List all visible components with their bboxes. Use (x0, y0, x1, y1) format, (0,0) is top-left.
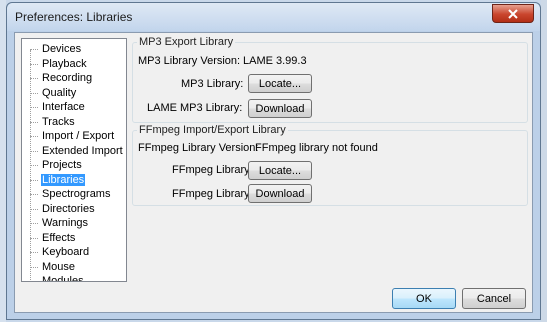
lame-library-label: LAME MP3 Library: (147, 102, 243, 114)
sidebar-item-label: Effects (42, 231, 76, 244)
sidebar-item-quality[interactable]: Quality (30, 87, 77, 100)
sidebar-item-keyboard[interactable]: Keyboard (30, 246, 90, 259)
sidebar-item-label: Directories (42, 202, 95, 215)
sidebar-item-label: Import / Export (42, 130, 115, 142)
sidebar-item-modules[interactable]: Modules (30, 275, 85, 282)
mp3-version-label: MP3 Library Version: (138, 55, 241, 67)
category-tree[interactable]: Devices Playback Recording Quality Interface… (21, 38, 127, 282)
close-icon (508, 8, 518, 19)
sidebar-item-label: Interface (42, 101, 85, 113)
background-right (541, 0, 547, 322)
ffmpeg-version-label: FFmpeg Library Version: (138, 142, 259, 154)
sidebar-item-tracks[interactable]: Tracks (30, 116, 76, 129)
sidebar-item-effects[interactable]: Effects (30, 232, 76, 245)
mp3-library-label: MP3 Library: (181, 78, 244, 90)
close-button[interactable] (492, 4, 534, 23)
sidebar-item-label: Quality (42, 86, 77, 99)
mp3-locate-button[interactable]: Locate... (248, 74, 312, 93)
sidebar-item-label: Devices (42, 43, 82, 55)
sidebar-item-label: Projects (42, 159, 82, 171)
sidebar-item-interface[interactable]: Interface (30, 101, 86, 114)
ok-button[interactable]: OK (392, 288, 456, 309)
window-title: Preferences: Libraries (15, 10, 133, 24)
preferences-window: Preferences: Libraries Devices Playback Re… (6, 2, 541, 320)
dialog-body: Devices Playback Recording Quality Interface… (14, 32, 533, 313)
ffmpeg-library-label: FFmpeg Library: (172, 164, 253, 176)
ffmpeg-download-label: FFmpeg Library: (172, 188, 253, 200)
sidebar-item-label: Keyboard (42, 246, 90, 258)
sidebar-item-label: Warnings (42, 217, 89, 229)
ffmpeg-group-title: FFmpeg Import/Export Library (137, 124, 288, 137)
ffmpeg-locate-button[interactable]: Locate... (248, 161, 312, 180)
ffmpeg-version-value: FFmpeg library not found (255, 142, 378, 154)
mp3-group: MP3 Export Library MP3 Library Version: … (132, 36, 528, 123)
sidebar-item-label: Extended Import (42, 144, 123, 157)
sidebar-item-label: Tracks (42, 115, 75, 128)
sidebar-item-devices[interactable]: Devices (30, 43, 82, 56)
mp3-version-value: LAME 3.99.3 (243, 55, 307, 67)
sidebar-item-import-export[interactable]: Import / Export (30, 130, 115, 143)
sidebar-item-label: Modules (42, 275, 84, 282)
sidebar-item-playback[interactable]: Playback (30, 58, 88, 71)
sidebar-item-warnings[interactable]: Warnings (30, 217, 89, 230)
sidebar-item-spectrograms[interactable]: Spectrograms (30, 188, 111, 201)
sidebar-item-label: Playback (42, 57, 87, 70)
sidebar-item-libraries[interactable]: Libraries (30, 173, 86, 187)
ffmpeg-download-button[interactable]: Download (248, 184, 312, 203)
sidebar-item-projects[interactable]: Projects (30, 159, 83, 172)
sidebar-item-label: Recording (42, 72, 93, 84)
title-bar[interactable]: Preferences: Libraries (7, 3, 540, 31)
sidebar-item-label: Libraries (41, 173, 86, 186)
sidebar-item-recording[interactable]: Recording (30, 72, 93, 85)
cancel-button[interactable]: Cancel (462, 288, 526, 309)
sidebar-item-directories[interactable]: Directories (30, 203, 96, 216)
mp3-download-button[interactable]: Download (248, 99, 312, 118)
sidebar-item-mouse[interactable]: Mouse (30, 261, 76, 274)
sidebar-item-label: Spectrograms (42, 188, 111, 200)
sidebar-item-extended-import[interactable]: Extended Import (30, 145, 124, 158)
mp3-group-title: MP3 Export Library (137, 36, 236, 49)
ffmpeg-group: FFmpeg Import/Export Library FFmpeg Libr… (132, 124, 528, 206)
sidebar-item-label: Mouse (42, 260, 76, 273)
